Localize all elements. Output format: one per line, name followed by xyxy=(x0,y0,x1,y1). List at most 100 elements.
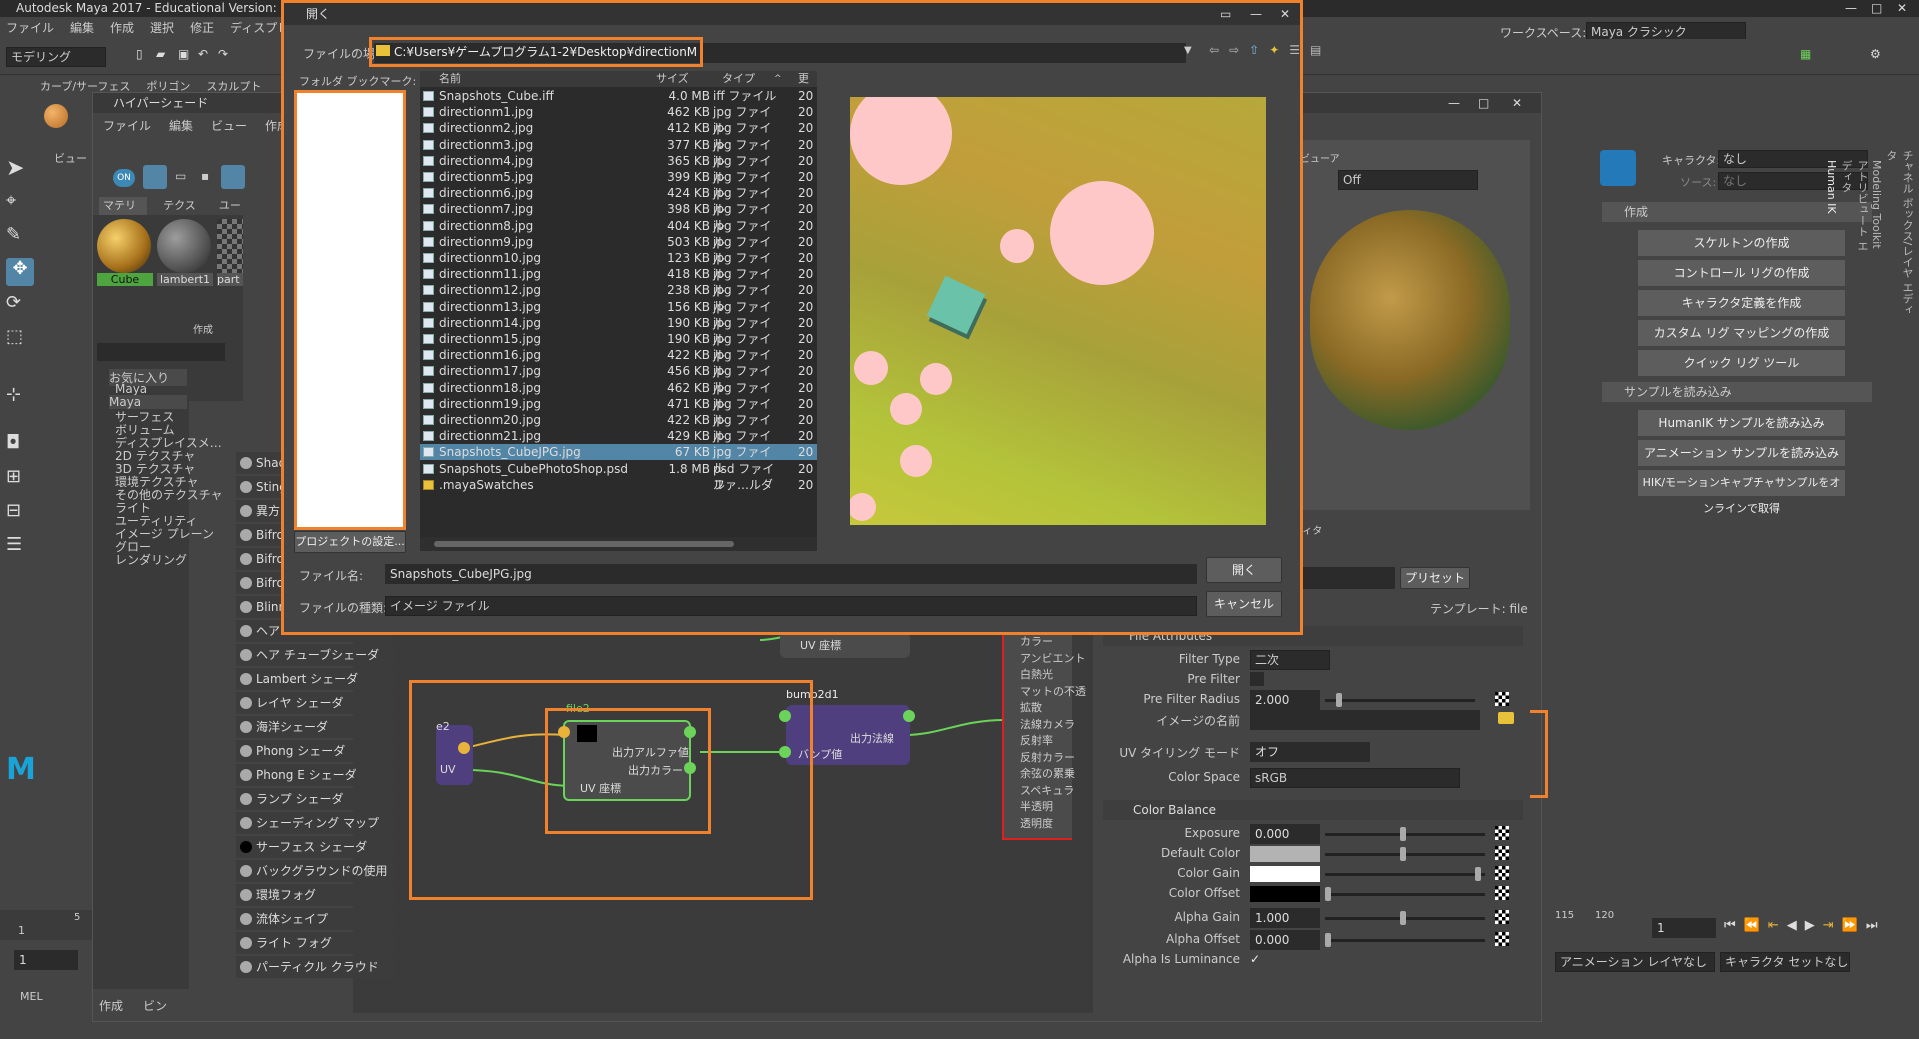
go-start-icon[interactable]: ⏮ xyxy=(1724,918,1736,938)
custom-rig-mapping-button[interactable]: カスタム リグ マッピングの作成 xyxy=(1638,320,1845,346)
image-name-field[interactable] xyxy=(1250,710,1480,730)
exposure-field[interactable]: 0.000 xyxy=(1250,824,1320,844)
start-frame-field[interactable]: 1 xyxy=(14,950,78,970)
set-project-button[interactable]: プロジェクトの設定... xyxy=(294,531,406,553)
file-row[interactable]: directionm11.jpg 418 KB jpg ファイル 20 xyxy=(420,266,817,297)
color-offset-swatch[interactable] xyxy=(1250,886,1320,902)
default-color-knob[interactable] xyxy=(1400,847,1406,861)
material-port[interactable]: 透明度 xyxy=(1020,816,1086,833)
close-icon[interactable]: ✕ xyxy=(1280,3,1290,25)
material-port[interactable]: 反射率 xyxy=(1020,733,1086,750)
load-animation-sample-button[interactable]: アニメーション サンプルを読み込み xyxy=(1638,440,1845,466)
pre-filter-radius-knob[interactable] xyxy=(1336,693,1342,707)
file-row[interactable]: directionm6.jpg 424 KB jpg ファイル 20 xyxy=(420,185,817,216)
file-row[interactable]: directionm5.jpg 399 KB jpg ファイル 20 xyxy=(420,169,817,200)
bookmarks-list[interactable] xyxy=(294,90,406,530)
load-humanik-sample-button[interactable]: HumanIK サンプルを読み込み xyxy=(1638,410,1845,436)
col-name[interactable]: 名前 xyxy=(439,71,461,87)
quick-rig-button[interactable]: クイック リグ ツール xyxy=(1638,350,1845,376)
alpha-offset-knob[interactable] xyxy=(1325,933,1331,947)
alpha-gain-knob[interactable] xyxy=(1400,911,1406,925)
file-row[interactable]: directionm16.jpg 422 KB jpg ファイル 20 xyxy=(420,347,817,378)
material-port[interactable]: 半透明 xyxy=(1020,799,1086,816)
file-row[interactable]: directionm7.jpg 398 KB jpg ファイル 20 xyxy=(420,201,817,232)
file-row[interactable]: directionm18.jpg 462 KB jpg ファイル 20 xyxy=(420,380,817,411)
map-button-icon[interactable] xyxy=(1495,886,1509,900)
col-type[interactable]: タイプ xyxy=(722,71,755,87)
map-button-icon[interactable] xyxy=(1495,910,1509,924)
file-row[interactable]: directionm3.jpg 377 KB jpg ファイル 20 xyxy=(420,137,817,168)
col-size[interactable]: サイズ xyxy=(656,71,689,87)
alpha-is-luminance-checkbox[interactable]: ✓ xyxy=(1250,952,1264,966)
material-port[interactable]: スペキュラ xyxy=(1020,783,1086,800)
material-port[interactable]: マットの不透 xyxy=(1020,684,1086,701)
location-dropdown-arrow-icon[interactable]: ▼ xyxy=(1184,45,1192,56)
map-button-icon[interactable] xyxy=(1495,932,1509,946)
back-icon[interactable]: ⇦ xyxy=(1209,43,1219,63)
folder-icon[interactable] xyxy=(1498,712,1514,724)
forward-icon[interactable]: ⇨ xyxy=(1229,43,1239,63)
default-color-swatch[interactable] xyxy=(1250,846,1320,862)
map-button-icon[interactable] xyxy=(1495,866,1509,880)
color-offset-knob[interactable] xyxy=(1325,887,1331,901)
alpha-gain-field[interactable]: 1.000 xyxy=(1250,908,1320,928)
file-row[interactable]: directionm17.jpg 456 KB jpg ファイル 20 xyxy=(420,363,817,394)
anim-layer-dropdown[interactable]: アニメーション レイヤなし xyxy=(1555,952,1715,972)
up-folder-icon[interactable]: ⇧ xyxy=(1249,43,1259,63)
play-back-icon[interactable]: ◀ xyxy=(1787,918,1797,938)
preset-button[interactable]: プリセット xyxy=(1400,567,1470,589)
uv-tiling-field[interactable]: オフ xyxy=(1250,742,1370,762)
file-row[interactable]: directionm10.jpg 123 KB jpg ファイル 20 xyxy=(420,250,817,281)
exposure-knob[interactable] xyxy=(1400,827,1406,841)
section-color-balance[interactable]: Color Balance xyxy=(1103,800,1523,820)
side-tab-humanik[interactable]: Human IK xyxy=(1825,160,1838,230)
list-view-icon[interactable]: ☰ xyxy=(1289,43,1300,63)
step-forward-icon[interactable]: ⏩ xyxy=(1842,918,1858,938)
file-row[interactable]: directionm21.jpg429 KBjpg ファイル20 xyxy=(420,428,817,459)
go-end-icon[interactable]: ⏭ xyxy=(1866,918,1878,938)
new-folder-icon[interactable]: ✦ xyxy=(1269,43,1279,63)
material-port[interactable]: 反射カラー xyxy=(1020,750,1086,767)
open-button[interactable]: 開く xyxy=(1206,557,1282,583)
file-row[interactable]: Snapshots_CubePhotoShop.psd 1.8 MB psd ファイ… xyxy=(420,461,817,492)
step-back-icon[interactable]: ⏪ xyxy=(1744,918,1760,938)
alpha-offset-slider[interactable] xyxy=(1325,939,1485,942)
side-tab-modeling-toolkit[interactable]: Modeling Toolkit xyxy=(1870,160,1883,260)
material-port[interactable]: 拡散 xyxy=(1020,700,1086,717)
port-dot[interactable] xyxy=(903,710,915,722)
current-frame-field[interactable]: 1 xyxy=(1652,918,1716,938)
play-forward-icon[interactable]: ▶ xyxy=(1805,918,1815,938)
minimize-icon[interactable]: ▭ xyxy=(1220,3,1231,25)
file-row[interactable]: directionm9.jpg 503 KB jpg ファイル 20 xyxy=(420,234,817,265)
filetype-dropdown[interactable]: イメージ ファイル xyxy=(385,596,1197,616)
material-port[interactable]: 法線カメラ xyxy=(1020,717,1086,734)
pre-filter-radius-slider[interactable] xyxy=(1325,699,1475,702)
alpha-offset-field[interactable]: 0.000 xyxy=(1250,930,1320,950)
file-row[interactable]: directionm4.jpg 365 KB jpg ファイル 20 xyxy=(420,153,817,184)
pre-filter-checkbox[interactable] xyxy=(1250,672,1264,686)
file-row[interactable]: directionm1.jpg 462 KB jpg ファイル 20 xyxy=(420,104,817,135)
side-tab-attribute-editor[interactable]: アトリビュート エディタ xyxy=(1838,160,1870,260)
detail-view-icon[interactable]: ▤ xyxy=(1310,43,1321,63)
list-hscroll-thumb[interactable] xyxy=(434,541,734,547)
file-row[interactable]: directionm14.jpg 190 KB jpg ファイル 20 xyxy=(420,315,817,346)
color-offset-slider[interactable] xyxy=(1325,893,1485,896)
color-space-dropdown[interactable]: sRGB xyxy=(1250,768,1460,788)
create-definition-button[interactable]: キャラクタ定義を作成 xyxy=(1638,290,1845,316)
location-path-highlight[interactable]: C:¥Users¥ゲームプログラム1-2¥Desktop¥directionM xyxy=(369,37,703,67)
step-back-key-icon[interactable]: ⇤ xyxy=(1768,918,1779,938)
section-samples[interactable]: サンプルを読み込み xyxy=(1602,382,1872,402)
side-tab-channel-box[interactable]: チャネル ボックス/レイヤ エディタ xyxy=(1883,150,1915,320)
file-row[interactable]: directionm8.jpg 404 KB jpg ファイル 20 xyxy=(420,218,817,249)
file-row[interactable]: directionm15.jpg 190 KB jpg ファイル 20 xyxy=(420,331,817,362)
map-button-icon[interactable] xyxy=(1495,826,1509,840)
color-gain-slider[interactable] xyxy=(1325,873,1485,876)
filename-field[interactable]: Snapshots_CubeJPG.jpg xyxy=(385,564,1197,584)
color-gain-knob[interactable] xyxy=(1475,867,1481,881)
file-row[interactable]: directionm19.jpg 471 KB jpg ファイル 20 xyxy=(420,396,817,427)
map-button-icon[interactable] xyxy=(1495,846,1509,860)
viewport-off-dropdown[interactable]: Off xyxy=(1338,170,1478,190)
create-control-rig-button[interactable]: コントロール リグの作成 xyxy=(1638,260,1845,286)
file-row[interactable]: directionm12.jpg 238 KB jpg ファイル 20 xyxy=(420,282,817,313)
list-hscrollbar[interactable] xyxy=(420,537,817,551)
